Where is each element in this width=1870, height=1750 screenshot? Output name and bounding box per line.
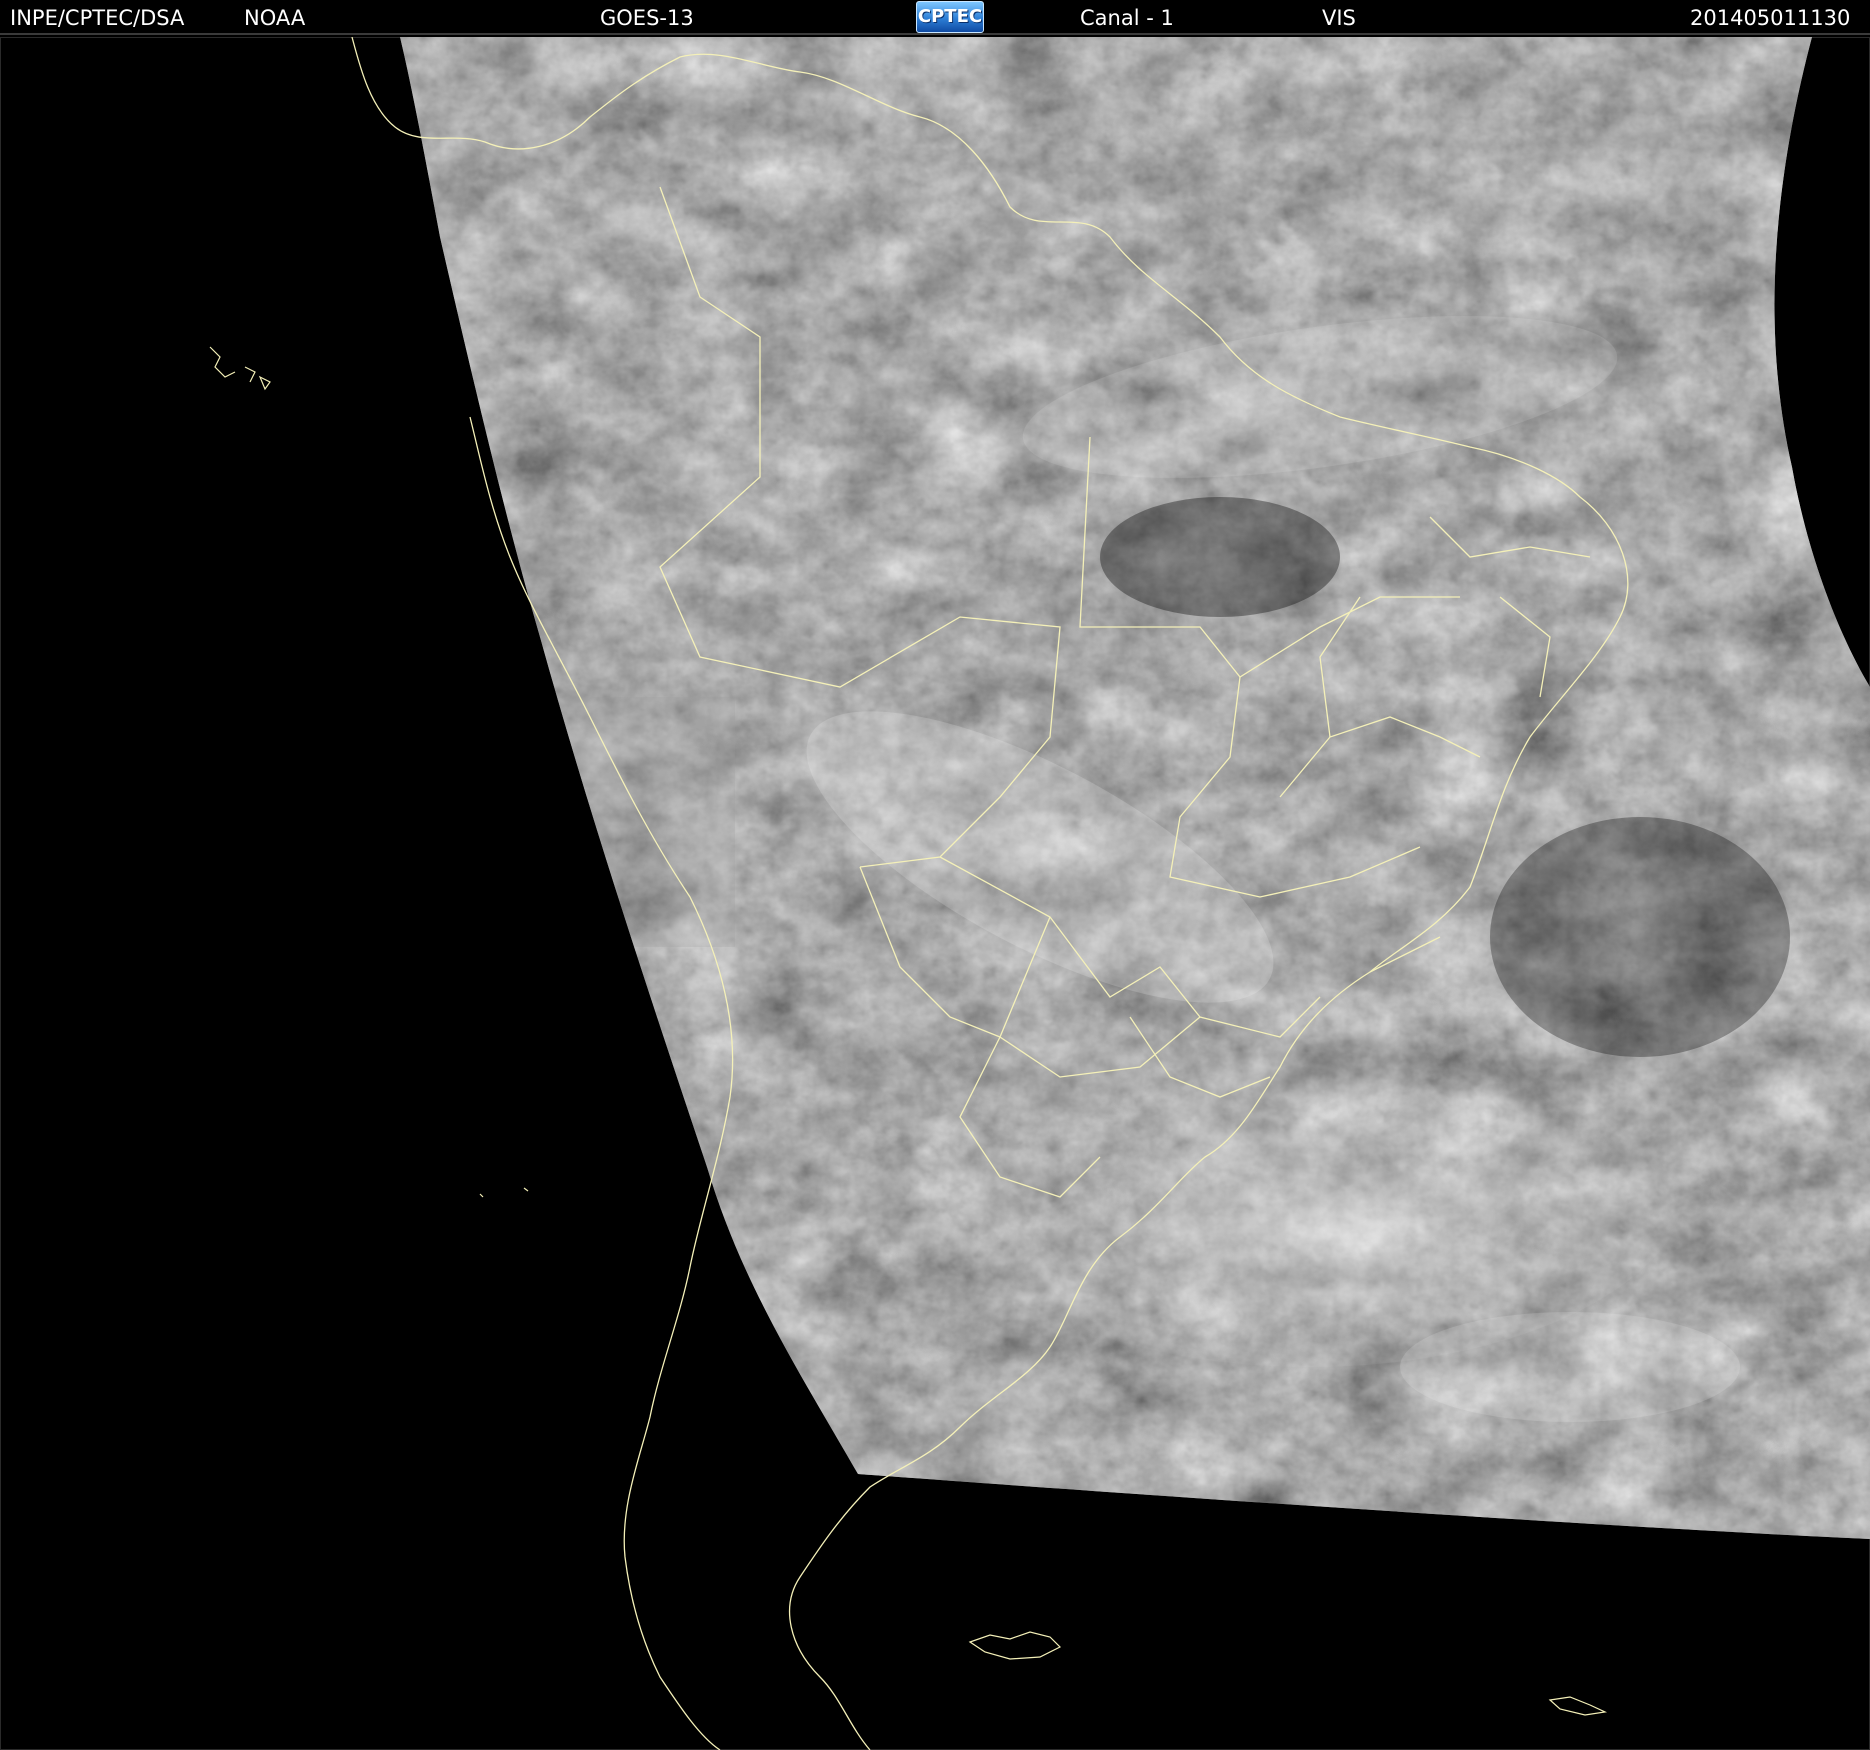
header-bar: INPE/CPTEC/DSA NOAA GOES-13 CPTEC Canal … — [0, 0, 1870, 35]
band-label: VIS — [1322, 6, 1356, 30]
logo-text: CPTEC — [917, 6, 983, 27]
cptec-logo: CPTEC — [916, 1, 984, 33]
source-label: NOAA — [244, 6, 306, 30]
timestamp-label: 201405011130 — [1690, 6, 1851, 30]
satellite-image — [209, 37, 1870, 1750]
channel-label: Canal - 1 — [1080, 6, 1174, 30]
visible-channel-swath — [400, 37, 1870, 1539]
agency-label: INPE/CPTEC/DSA — [10, 6, 185, 30]
satellite-label: GOES-13 — [600, 6, 694, 30]
